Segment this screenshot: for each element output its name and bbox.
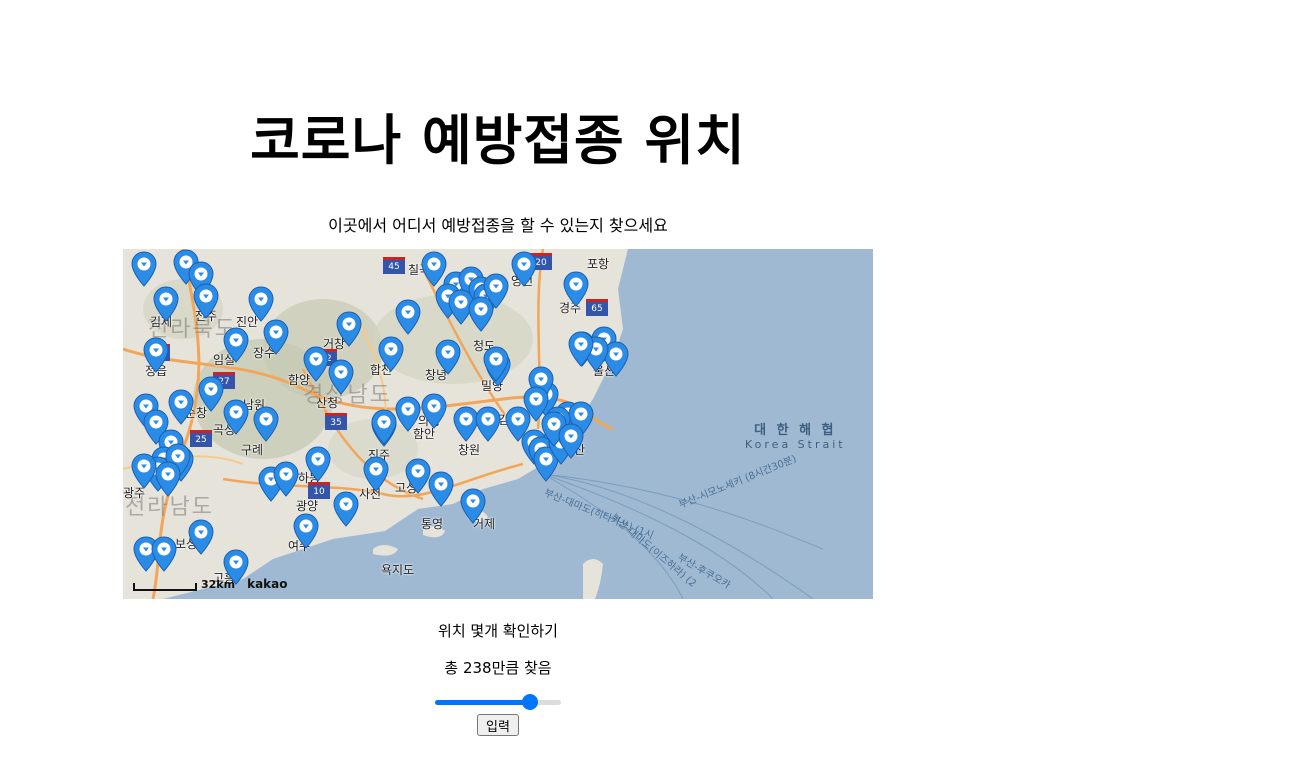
map-pin-icon[interactable] [523, 386, 549, 422]
location-count-slider[interactable] [433, 693, 563, 711]
page-subtitle: 이곳에서 어디서 예방접종을 할 수 있는지 찾으세요 [328, 216, 668, 235]
highway-marker: 25 [190, 430, 212, 447]
map-pin-icon[interactable] [563, 271, 589, 307]
city-label: 산청 [316, 396, 339, 410]
map-pin-icon[interactable] [198, 376, 224, 412]
map-scale: 32km kakao [133, 577, 288, 591]
map-pin-icon[interactable] [188, 519, 214, 555]
sea-label-ko: 대 한 해 협 [754, 423, 837, 438]
highway-marker: 65 [586, 299, 608, 316]
slider-thumb[interactable] [521, 694, 538, 710]
page-title: 코로나 예방접종 위치 [250, 109, 746, 172]
map-pin-icon[interactable] [371, 409, 397, 445]
city-label: 광양 [296, 499, 319, 513]
map-pin-icon[interactable] [151, 536, 177, 572]
map-pin-icon[interactable] [558, 423, 584, 459]
map-pin-icon[interactable] [475, 406, 501, 442]
city-label: 포항 [587, 257, 610, 271]
map-pin-icon[interactable] [468, 296, 494, 332]
map-pin-icon[interactable] [303, 346, 329, 382]
map-pin-icon[interactable] [273, 461, 299, 497]
map-pin-icon[interactable] [168, 389, 194, 425]
map-pin-icon[interactable] [378, 336, 404, 372]
map-pin-icon[interactable] [428, 471, 454, 507]
map-pin-icon[interactable] [395, 396, 421, 432]
map-pin-icon[interactable] [131, 251, 157, 287]
map-pin-icon[interactable] [193, 283, 219, 319]
map-pin-icon[interactable] [223, 327, 249, 363]
slider-track[interactable] [435, 700, 561, 705]
map-pin-icon[interactable] [460, 488, 486, 524]
map-pin-icon[interactable] [421, 393, 447, 429]
map-pin-icon[interactable] [293, 513, 319, 549]
map-pin-icon[interactable] [155, 461, 181, 497]
map-pin-icon[interactable] [153, 286, 179, 322]
scale-label: 32km [201, 578, 236, 591]
highway-marker: 35 [325, 413, 347, 430]
map-pin-icon[interactable] [333, 491, 359, 527]
map-pin-icon[interactable] [363, 456, 389, 492]
highway-marker: 10 [308, 482, 330, 499]
sea-label: 대 한 해 협 Korea Strait [745, 419, 846, 451]
scale-bar [133, 583, 197, 591]
city-label: 욕지도 [381, 563, 415, 577]
map-pin-icon[interactable] [253, 406, 279, 442]
map-pin-icon[interactable] [568, 331, 594, 367]
map-pin-icon[interactable] [305, 446, 331, 482]
map-pin-icon[interactable] [336, 311, 362, 347]
map-pin-icon[interactable] [328, 359, 354, 395]
map-pin-icon[interactable] [223, 399, 249, 435]
map-pin-icon[interactable] [263, 319, 289, 355]
vaccination-map[interactable]: 전라북도 경상남도 전라남도 김제 전주 진안 장수 정읍 임실 남원 순창 곡… [123, 249, 873, 599]
map-pin-icon[interactable] [511, 251, 537, 287]
submit-button[interactable]: 입력 [477, 714, 519, 736]
slider-fill [435, 700, 530, 705]
map-provider-logo: kakao [247, 577, 288, 591]
map-pin-icon[interactable] [395, 299, 421, 335]
map-pin-icon[interactable] [483, 346, 509, 382]
map-pin-icon[interactable] [248, 286, 274, 322]
city-label: 구례 [241, 443, 264, 457]
highway-marker: 45 [383, 257, 405, 274]
city-label: 통영 [421, 517, 444, 531]
result-count: 총 238만큼 찾음 [444, 659, 552, 677]
check-locations-label: 위치 몇개 확인하기 [438, 622, 558, 640]
city-label: 창원 [458, 443, 481, 457]
map-pin-icon[interactable] [143, 337, 169, 373]
map-pin-icon[interactable] [131, 453, 157, 489]
map-pin-icon[interactable] [435, 339, 461, 375]
sea-label-en: Korea Strait [745, 438, 846, 451]
